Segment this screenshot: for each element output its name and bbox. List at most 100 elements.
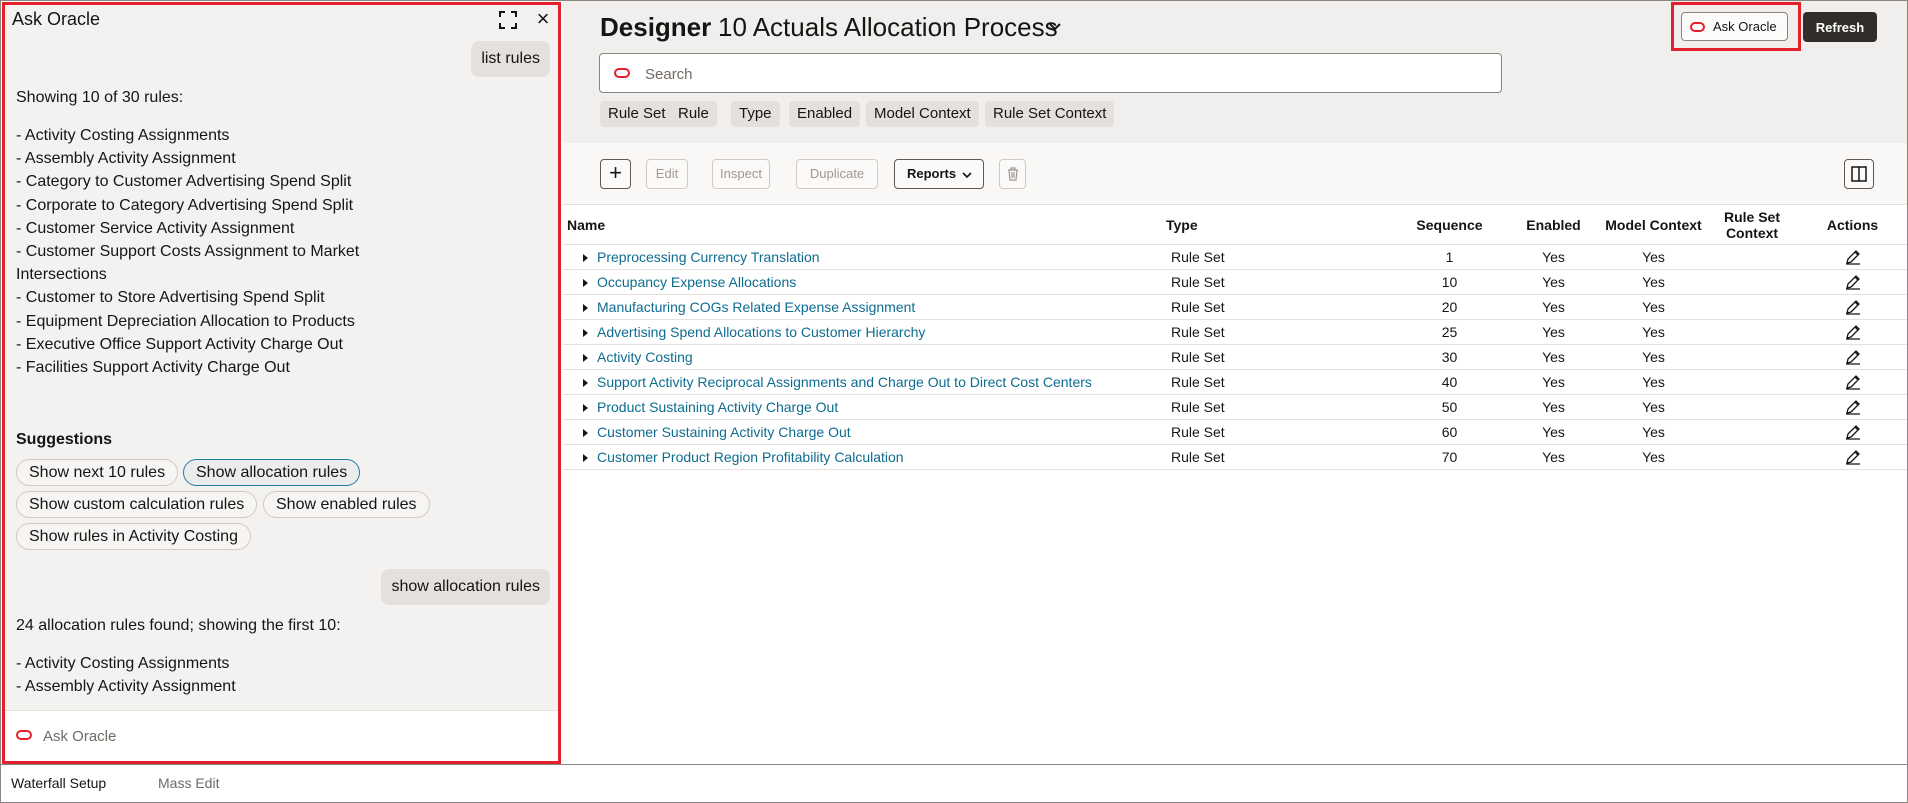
filter-chip-rule-set-context[interactable]: Rule Set Context	[985, 101, 1115, 127]
rule-link[interactable]: Manufacturing COGs Related Expense Assig…	[597, 299, 915, 315]
list-item: - Customer to Store Advertising Spend Sp…	[16, 289, 325, 307]
filter-chip-rule[interactable]: Rule	[670, 101, 717, 127]
cell-model-context: Yes	[1600, 344, 1707, 370]
filter-chip-rule-set[interactable]: Rule Set	[600, 101, 674, 127]
pencil-icon[interactable]	[1845, 399, 1861, 415]
filter-chip-model-context[interactable]: Model Context	[866, 101, 979, 127]
panel-toggle-button[interactable]	[1844, 159, 1874, 189]
pencil-icon[interactable]	[1845, 274, 1861, 290]
chevron-down-icon[interactable]	[1048, 20, 1062, 34]
column-header-name[interactable]: Name	[563, 206, 1162, 245]
user-message: list rules	[471, 41, 550, 77]
cell-enabled: Yes	[1507, 444, 1600, 470]
reports-button[interactable]: Reports	[894, 159, 984, 189]
tab-waterfall-setup[interactable]: Waterfall Setup	[11, 775, 106, 791]
table-row[interactable]: Occupancy Expense Allocations Rule Set 10 Y…	[563, 269, 1908, 295]
refresh-button[interactable]: Refresh	[1803, 12, 1877, 42]
table-row[interactable]: Advertising Spend Allocations to Custome…	[563, 319, 1908, 345]
suggestion-chip[interactable]: Show allocation rules	[183, 459, 361, 486]
expand-icon[interactable]	[499, 11, 517, 29]
add-button[interactable]: +	[600, 159, 631, 189]
delete-button[interactable]	[999, 159, 1026, 189]
inspect-button[interactable]: Inspect	[712, 159, 770, 189]
table-row[interactable]: Activity Costing Rule Set 30 Yes Yes	[563, 344, 1908, 370]
pencil-icon[interactable]	[1845, 349, 1861, 365]
pencil-icon[interactable]	[1845, 374, 1861, 390]
process-selector[interactable]: 10 Actuals Allocation Process	[718, 12, 1058, 43]
cell-type: Rule Set	[1162, 344, 1392, 370]
table-row[interactable]: Manufacturing COGs Related Expense Assig…	[563, 294, 1908, 320]
rule-link[interactable]: Product Sustaining Activity Charge Out	[597, 399, 838, 415]
rule-link[interactable]: Occupancy Expense Allocations	[597, 274, 796, 290]
cell-rule-set-context	[1707, 294, 1797, 320]
expand-row-icon[interactable]	[583, 453, 588, 462]
duplicate-button[interactable]: Duplicate	[796, 159, 878, 189]
cell-sequence: 1	[1392, 244, 1507, 270]
column-header-model-context[interactable]: Model Context	[1600, 206, 1707, 245]
table-row[interactable]: Preprocessing Currency Translation Rule S…	[563, 244, 1908, 270]
suggestion-chip[interactable]: Show next 10 rules	[16, 459, 179, 486]
cell-name: Activity Costing	[563, 344, 1162, 370]
column-header-enabled[interactable]: Enabled	[1507, 206, 1600, 245]
rule-link[interactable]: Preprocessing Currency Translation	[597, 249, 820, 265]
toolbar: + Edit Inspect Duplicate Reports	[563, 143, 1908, 205]
pencil-icon[interactable]	[1845, 249, 1861, 265]
pencil-icon[interactable]	[1845, 299, 1861, 315]
column-header-actions: Actions	[1797, 206, 1908, 245]
table-row[interactable]: Support Activity Reciprocal Assignments …	[563, 369, 1908, 395]
list-item: - Executive Office Support Activity Char…	[16, 335, 343, 353]
suggestion-chip[interactable]: Show enabled rules	[263, 491, 430, 518]
expand-row-icon[interactable]	[583, 403, 588, 412]
designer-main: Designer 10 Actuals Allocation Process A…	[563, 0, 1908, 764]
search-box	[599, 53, 1502, 93]
table-row[interactable]: Product Sustaining Activity Charge Out Ru…	[563, 394, 1908, 420]
expand-row-icon[interactable]	[583, 378, 588, 387]
expand-row-icon[interactable]	[583, 253, 588, 262]
close-icon[interactable]: ×	[533, 8, 553, 30]
rule-link[interactable]: Activity Costing	[597, 349, 693, 365]
rule-link[interactable]: Support Activity Reciprocal Assignments …	[597, 374, 1092, 390]
suggestion-chip[interactable]: Show rules in Activity Costing	[16, 523, 251, 550]
filter-chip-type[interactable]: Type	[731, 101, 780, 127]
tab-mass-edit[interactable]: Mass Edit	[158, 775, 219, 791]
cell-rule-set-context	[1707, 444, 1797, 470]
user-message: show allocation rules	[381, 569, 550, 605]
rule-link[interactable]: Customer Sustaining Activity Charge Out	[597, 424, 851, 440]
edit-button[interactable]: Edit	[646, 159, 688, 189]
list-item: - Activity Costing Assignments	[16, 127, 230, 144]
rule-link[interactable]: Advertising Spend Allocations to Custome…	[597, 324, 925, 340]
column-header-sequence[interactable]: Sequence	[1392, 206, 1507, 245]
column-header-type[interactable]: Type	[1162, 206, 1392, 245]
rule-link[interactable]: Customer Product Region Profitability Ca…	[597, 449, 904, 465]
expand-row-icon[interactable]	[583, 328, 588, 337]
cell-type: Rule Set	[1162, 319, 1392, 345]
cell-actions	[1797, 244, 1908, 270]
column-header-rule-set-context[interactable]: Rule Set Context	[1707, 206, 1797, 245]
pencil-icon[interactable]	[1845, 424, 1861, 440]
cell-name: Preprocessing Currency Translation	[563, 244, 1162, 270]
suggestion-chip[interactable]: Show custom calculation rules	[16, 491, 258, 518]
table-row[interactable]: Customer Sustaining Activity Charge Out R…	[563, 419, 1908, 445]
cell-model-context: Yes	[1600, 369, 1707, 395]
pencil-icon[interactable]	[1845, 324, 1861, 340]
cell-actions	[1797, 369, 1908, 395]
cell-enabled: Yes	[1507, 419, 1600, 445]
chat-input[interactable]	[43, 723, 543, 749]
table-row[interactable]: Customer Product Region Profitability Ca…	[563, 444, 1908, 470]
cell-actions	[1797, 419, 1908, 445]
cell-sequence: 30	[1392, 344, 1507, 370]
cell-sequence: 40	[1392, 369, 1507, 395]
pencil-icon[interactable]	[1845, 449, 1861, 465]
search-input[interactable]	[645, 62, 1485, 86]
expand-row-icon[interactable]	[583, 353, 588, 362]
chat-conversation[interactable]: list rules Showing 10 of 30 rules: - Act…	[5, 39, 558, 712]
expand-row-icon[interactable]	[583, 303, 588, 312]
table-header-row: Name Type Sequence Enabled Model Context…	[563, 206, 1908, 245]
oracle-logo-icon	[614, 68, 630, 78]
cell-sequence: 20	[1392, 294, 1507, 320]
cell-name: Customer Sustaining Activity Charge Out	[563, 419, 1162, 445]
filter-chip-enabled[interactable]: Enabled	[789, 101, 861, 127]
expand-row-icon[interactable]	[583, 428, 588, 437]
expand-row-icon[interactable]	[583, 278, 588, 287]
cell-rule-set-context	[1707, 369, 1797, 395]
